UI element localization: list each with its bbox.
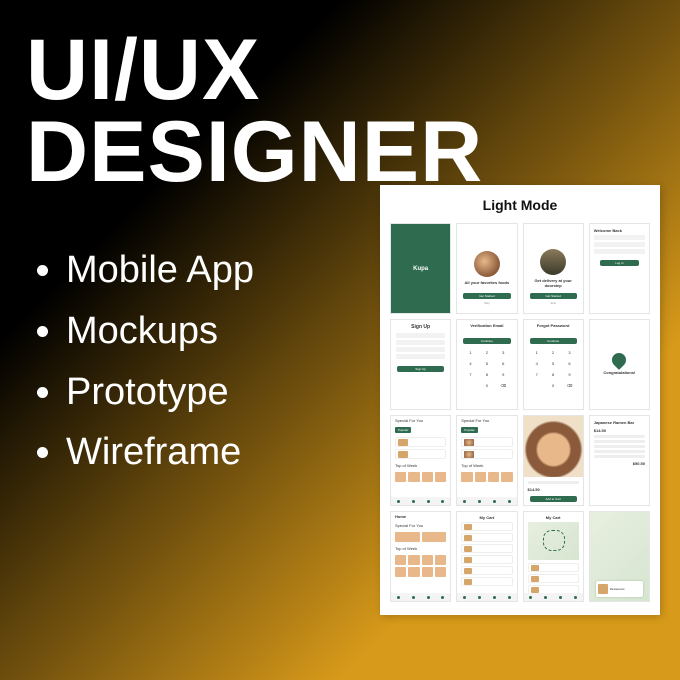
onboard-title: All your favorites foods	[461, 281, 514, 285]
food-row	[395, 555, 446, 565]
service-list: Mobile App Mockups Prototype Wireframe	[26, 240, 254, 483]
screen-forgot-password: Forgot Password Continue 123 456 789 0⌫	[523, 319, 584, 410]
restaurant-name: Japanese Ramen Bar	[594, 420, 645, 425]
bottom-nav	[457, 497, 516, 505]
screen-onboard-1: All your favorites foods Get Started Ski…	[456, 223, 517, 314]
continue-button: Continue	[530, 338, 577, 344]
food-card	[395, 449, 446, 459]
screen-title: My Cart	[461, 515, 512, 520]
cart-item	[461, 544, 512, 553]
screen-summary: Japanese Ramen Bar $14.50 $50.50	[589, 415, 650, 506]
food-row	[461, 472, 512, 482]
screen-splash: Kupa	[390, 223, 451, 314]
get-started-button: Get Started	[530, 293, 577, 299]
mockup-panel: Light Mode Kupa All your favorites foods…	[380, 185, 660, 615]
service-item: Wireframe	[66, 422, 254, 483]
cart-item	[528, 563, 579, 572]
food-row	[395, 567, 446, 577]
screen-title: Verification Email	[457, 320, 516, 328]
screen-title: Home	[391, 512, 450, 521]
section-title: Special For You	[457, 416, 516, 425]
heading-line-1: UI/UX	[26, 30, 483, 112]
screen-login: Welcome Back Log In	[589, 223, 650, 314]
numeric-keypad: 123 456 789 0⌫	[530, 348, 577, 390]
cart-item	[461, 533, 512, 542]
food-image	[474, 251, 500, 277]
cart-item	[461, 566, 512, 575]
price-text: $14.50	[528, 487, 579, 492]
heading-line-2: DESIGNER	[26, 112, 483, 194]
success-text: Congratulations!	[599, 371, 639, 375]
input-field	[594, 235, 645, 240]
bottom-nav	[524, 593, 583, 601]
input-field	[396, 340, 445, 345]
input-field	[396, 347, 445, 352]
screen-cart-map: My Cart	[523, 511, 584, 602]
bottom-nav	[457, 593, 516, 601]
screen-map: Restaurant	[589, 511, 650, 602]
food-image	[540, 249, 566, 275]
total-price: $50.50	[594, 461, 645, 466]
popup-title: Restaurant	[610, 587, 625, 591]
food-card	[395, 437, 446, 447]
screen-home: Home Special For You Top of Week	[390, 511, 451, 602]
full-map: Restaurant	[590, 512, 649, 601]
screen-grid: Kupa All your favorites foods Get Starte…	[390, 223, 650, 602]
popup-image	[598, 584, 608, 594]
service-item: Mobile App	[66, 240, 254, 301]
skip-link: Skip	[524, 301, 583, 305]
screen-signup: Sign Up Sign Up	[390, 319, 451, 410]
food-card	[461, 437, 512, 447]
section-title: Special For You	[391, 416, 450, 425]
skip-link: Skip	[457, 301, 516, 305]
screen-title: Sign Up	[391, 320, 450, 330]
service-item: Prototype	[66, 362, 254, 423]
screen-special-1: Special For You Popular Top of Week	[390, 415, 451, 506]
screen-verification: Verification Email Continue 123 456 789 …	[456, 319, 517, 410]
popular-badge: Popular	[395, 427, 411, 433]
cart-item	[461, 555, 512, 564]
bottom-nav	[391, 593, 450, 601]
login-button: Log In	[600, 260, 639, 266]
cart-item	[461, 577, 512, 586]
section-title: Top of Week	[391, 544, 450, 553]
screen-special-2: Special For You Popular Top of Week	[456, 415, 517, 506]
panel-title: Light Mode	[390, 197, 650, 213]
input-field	[594, 242, 645, 247]
map-popup: Restaurant	[596, 581, 643, 597]
cart-item	[528, 574, 579, 583]
food-card	[461, 449, 512, 459]
screen-success: Congratulations!	[589, 319, 650, 410]
cart-item	[461, 522, 512, 531]
screen-onboard-2: Get delivery at your doorstep Get Starte…	[523, 223, 584, 314]
section-title: Top of Week	[457, 461, 516, 470]
numeric-keypad: 123 456 789 0⌫	[463, 348, 510, 390]
success-icon	[609, 350, 629, 370]
item-price: $14.50	[594, 428, 645, 433]
service-item: Mockups	[66, 301, 254, 362]
get-started-button: Get Started	[463, 293, 510, 299]
section-title: Top of Week	[391, 461, 450, 470]
app-logo-text: Kupa	[413, 266, 428, 272]
section-title: Special For You	[391, 521, 450, 530]
screen-title: Welcome Back	[594, 228, 645, 233]
screen-product-detail: $14.50 Add to Cart	[523, 415, 584, 506]
popular-badge: Popular	[461, 427, 477, 433]
screen-title: Forgot Password	[524, 320, 583, 328]
food-row	[395, 472, 446, 482]
continue-button: Continue	[463, 338, 510, 344]
mini-map	[528, 522, 579, 560]
product-image	[524, 416, 583, 477]
food-row	[395, 532, 446, 542]
input-field	[396, 354, 445, 359]
screen-title: My Cart	[528, 515, 579, 520]
input-field	[594, 249, 645, 254]
screen-cart-1: My Cart	[456, 511, 517, 602]
add-to-cart-button: Add to Cart	[530, 496, 577, 502]
signup-button: Sign Up	[397, 366, 444, 372]
main-heading: UI/UX DESIGNER	[26, 30, 483, 193]
input-field	[396, 333, 445, 338]
onboard-title: Get delivery at your doorstep	[524, 279, 583, 288]
bottom-nav	[391, 497, 450, 505]
